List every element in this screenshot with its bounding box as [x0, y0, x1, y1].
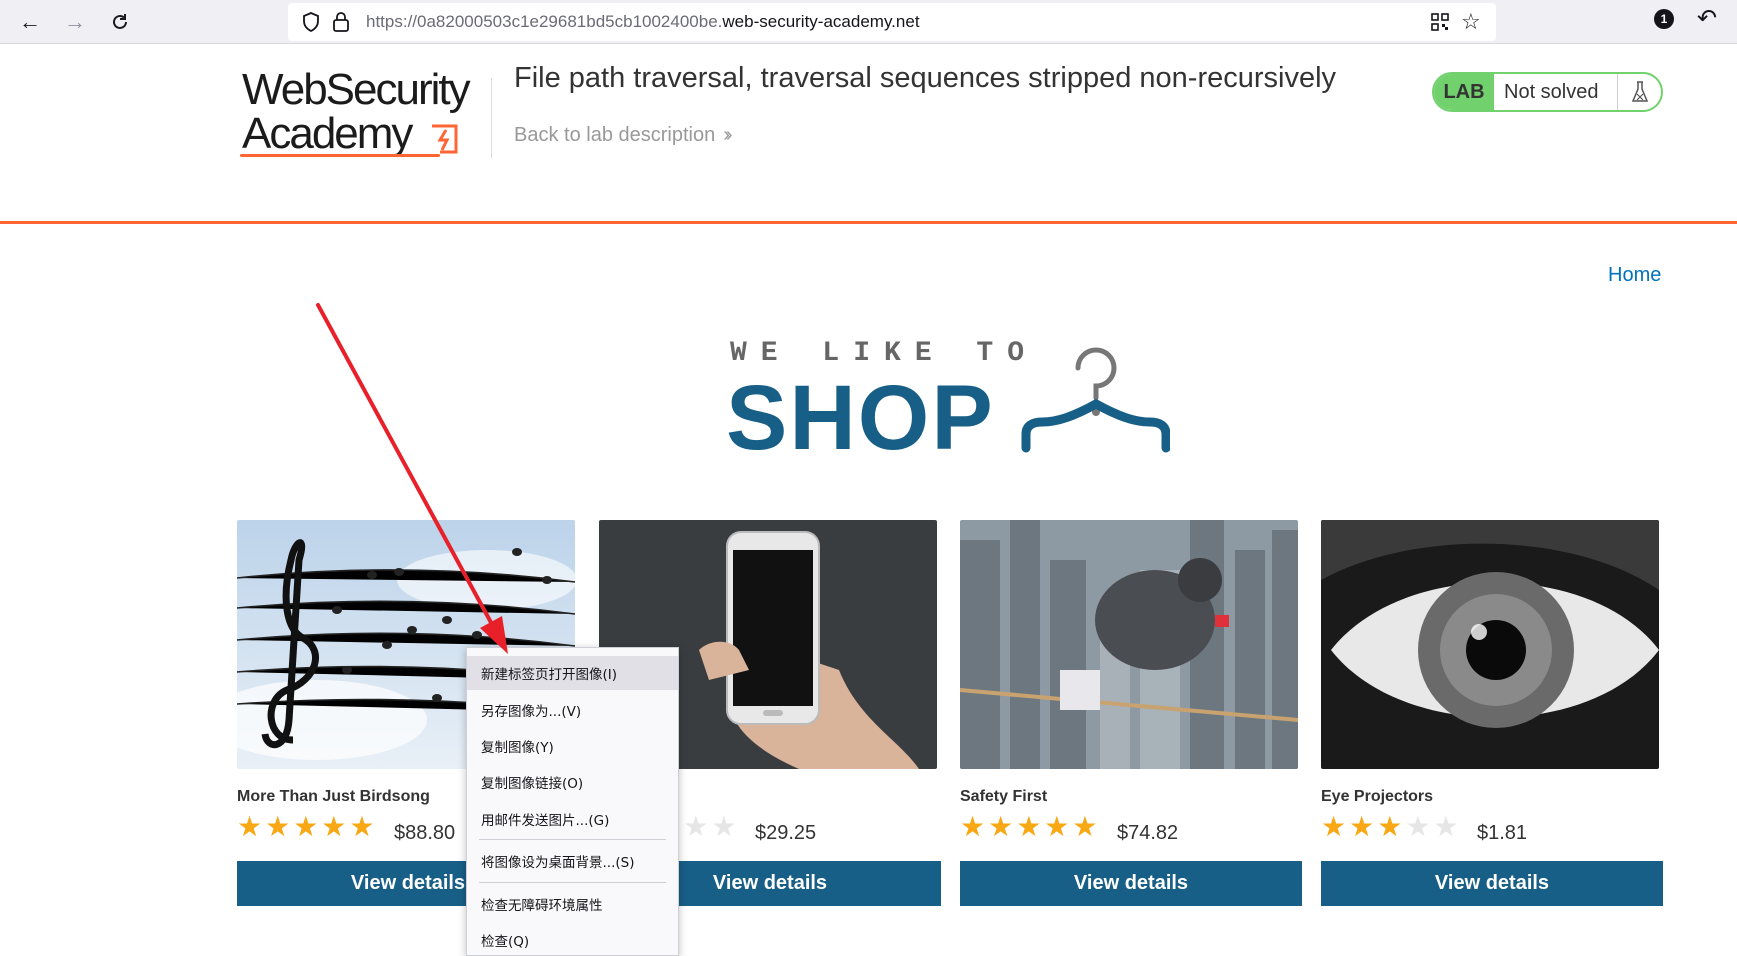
extension-badge[interactable]: 1	[1654, 9, 1674, 29]
bolt-icon	[432, 124, 458, 154]
product-image-tightrope[interactable]	[960, 520, 1298, 769]
product-name: More Than Just Birdsong	[237, 788, 430, 805]
view-details-button[interactable]: View details	[1321, 861, 1663, 906]
menu-inspect-accessibility[interactable]: 检查无障碍环境属性	[467, 887, 678, 921]
menu-set-desktop-background[interactable]: 将图像设为桌面背景...(S)	[467, 844, 678, 878]
product-rating: ★★★★★	[237, 811, 378, 842]
lab-title: File path traversal, traversal sequences…	[514, 62, 1337, 94]
product-name: Safety First	[960, 788, 1048, 805]
menu-separator	[479, 839, 666, 840]
menu-copy-image-link[interactable]: 复制图像链接(O)	[467, 765, 678, 799]
banner-tagline: WE LIKE TO	[730, 338, 1039, 369]
logo-line-2: Academy	[242, 109, 413, 158]
product-price: $29.25	[755, 822, 817, 844]
url-domain: web-security-academy.net	[722, 12, 920, 31]
browser-toolbar: ← → https://0a82000503c1e29681bd5cb10024…	[0, 0, 1737, 44]
logo-line-1: WebSecurity	[242, 65, 471, 114]
menu-email-image[interactable]: 用邮件发送图片...(G)	[467, 802, 678, 836]
menu-save-image-as[interactable]: 另存图像为...(V)	[467, 693, 678, 727]
double-chevron-icon: ››	[723, 124, 733, 146]
web-security-academy-logo[interactable]: WebSecurity Academy	[238, 68, 488, 160]
product-image-eye[interactable]	[1321, 520, 1659, 769]
menu-open-image-new-tab[interactable]: 新建标签页打开图像(I)	[467, 656, 678, 690]
header-rule	[0, 221, 1737, 224]
url-text[interactable]: https://0a82000503c1e29681bd5cb1002400be…	[366, 12, 920, 32]
menu-copy-image[interactable]: 复制图像(Y)	[467, 729, 678, 763]
view-details-button[interactable]: View details	[960, 861, 1302, 906]
product-rating: ★★★★★	[960, 811, 1101, 842]
forward-arrow-icon[interactable]: →	[59, 6, 91, 38]
back-to-lab-description-link[interactable]: Back to lab description ››	[514, 124, 733, 147]
bookmark-star-icon[interactable]: ☆	[1461, 9, 1481, 35]
product-price: $1.81	[1477, 822, 1528, 844]
lab-status-widget[interactable]: LAB Not solved	[1432, 72, 1663, 112]
shield-icon[interactable]	[302, 12, 320, 32]
menu-inspect[interactable]: 检查(Q)	[467, 923, 678, 956]
lab-status-text: Not solved	[1494, 74, 1618, 110]
header-divider	[491, 78, 492, 158]
home-link[interactable]: Home	[1608, 264, 1661, 287]
back-arrow-icon[interactable]: ←	[14, 6, 46, 38]
banner-title: SHOP	[726, 367, 995, 469]
lock-icon[interactable]	[332, 11, 350, 33]
logo-underline	[240, 154, 440, 157]
menu-separator	[479, 882, 666, 883]
product-name: Eye Projectors	[1321, 788, 1434, 805]
url-prefix: https://0a82000503c1e29681bd5cb1002400be…	[366, 12, 723, 31]
hanger-icon	[1021, 347, 1170, 453]
product-price: $88.80	[394, 822, 456, 844]
product-price: $74.82	[1117, 822, 1179, 844]
lab-status-tag: LAB	[1434, 74, 1494, 110]
product-rating: ★★★★★	[1321, 811, 1462, 842]
flask-icon[interactable]	[1618, 74, 1661, 110]
address-bar[interactable]: https://0a82000503c1e29681bd5cb1002400be…	[288, 3, 1496, 41]
undo-arrow-icon[interactable]: ↶	[1697, 4, 1717, 33]
image-context-menu: 新建标签页打开图像(I) 另存图像为...(V) 复制图像(Y) 复制图像链接(…	[466, 647, 679, 956]
back-link-label: Back to lab description	[514, 124, 716, 146]
reload-icon[interactable]	[104, 6, 136, 38]
qr-code-icon[interactable]	[1431, 13, 1449, 31]
